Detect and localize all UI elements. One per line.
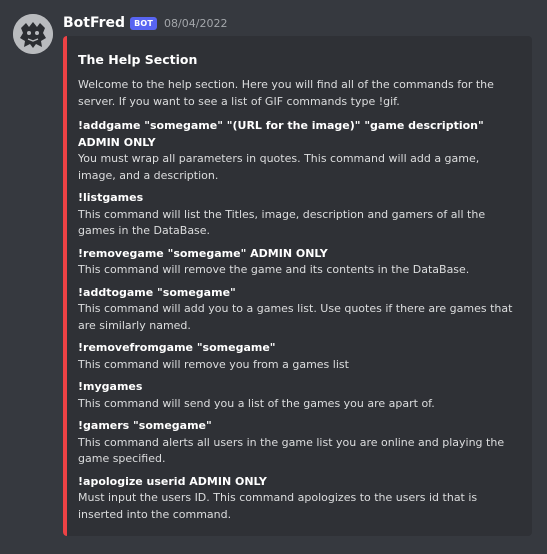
chat-message: BotFred BOT 08/04/2022 The Help Section … xyxy=(0,0,547,554)
bot-tag: BOT xyxy=(130,16,158,30)
field-name: !gamers "somegame" xyxy=(78,419,212,432)
bot-avatar[interactable] xyxy=(13,14,53,54)
field-name: !mygames xyxy=(78,380,143,393)
field-value: Must input the users ID. This command ap… xyxy=(78,491,478,521)
field-name: !addtogame "somegame" xyxy=(78,285,236,299)
embed-field: !apologize userid ADMIN ONLY Must input … xyxy=(78,474,520,524)
field-value: This command will remove the game and it… xyxy=(78,263,470,276)
field-value: This command will remove you from a game… xyxy=(78,357,349,371)
field-value: This command alerts all users in the gam… xyxy=(78,435,505,466)
embed-field: !removefromgame "somegame" This command … xyxy=(78,340,520,373)
field-name: !removefromgame "somegame" xyxy=(78,341,276,354)
field-value: This command will add you to a games lis… xyxy=(78,302,513,332)
embed-description: Welcome to the help section. Here you wi… xyxy=(78,78,494,108)
field-value: This command will list the Titles, image… xyxy=(78,207,486,238)
embed-title: The Help Section xyxy=(78,52,198,67)
timestamp: 08/04/2022 xyxy=(164,16,228,30)
field-name: !apologize userid ADMIN ONLY xyxy=(78,474,267,488)
embed-field: !gamers "somegame" This command alerts a… xyxy=(78,418,520,468)
embed-field: !addtogame "somegame" This command will … xyxy=(78,285,520,335)
username[interactable]: BotFred xyxy=(63,15,125,31)
field-value: This command will send you a list of the… xyxy=(78,396,435,410)
avatar-image-icon xyxy=(13,14,53,54)
field-name: !addgame "somegame" "(URL for the image)… xyxy=(78,119,484,149)
embed-field: !mygames This command will send you a li… xyxy=(78,379,520,412)
embed-field: !removegame "somegame" ADMIN ONLY This c… xyxy=(78,246,520,279)
field-name: !listgames xyxy=(78,191,144,204)
embed-field: !addgame "somegame" "(URL for the image)… xyxy=(78,118,520,184)
field-value: You must wrap all parameters in quotes. … xyxy=(78,152,480,182)
message-header: BotFred BOT 08/04/2022 xyxy=(63,13,227,33)
field-name: !removegame "somegame" ADMIN ONLY xyxy=(78,246,328,260)
help-embed: The Help Section Welcome to the help sec… xyxy=(63,36,532,536)
embed-field: !listgames This command will list the Ti… xyxy=(78,190,520,240)
